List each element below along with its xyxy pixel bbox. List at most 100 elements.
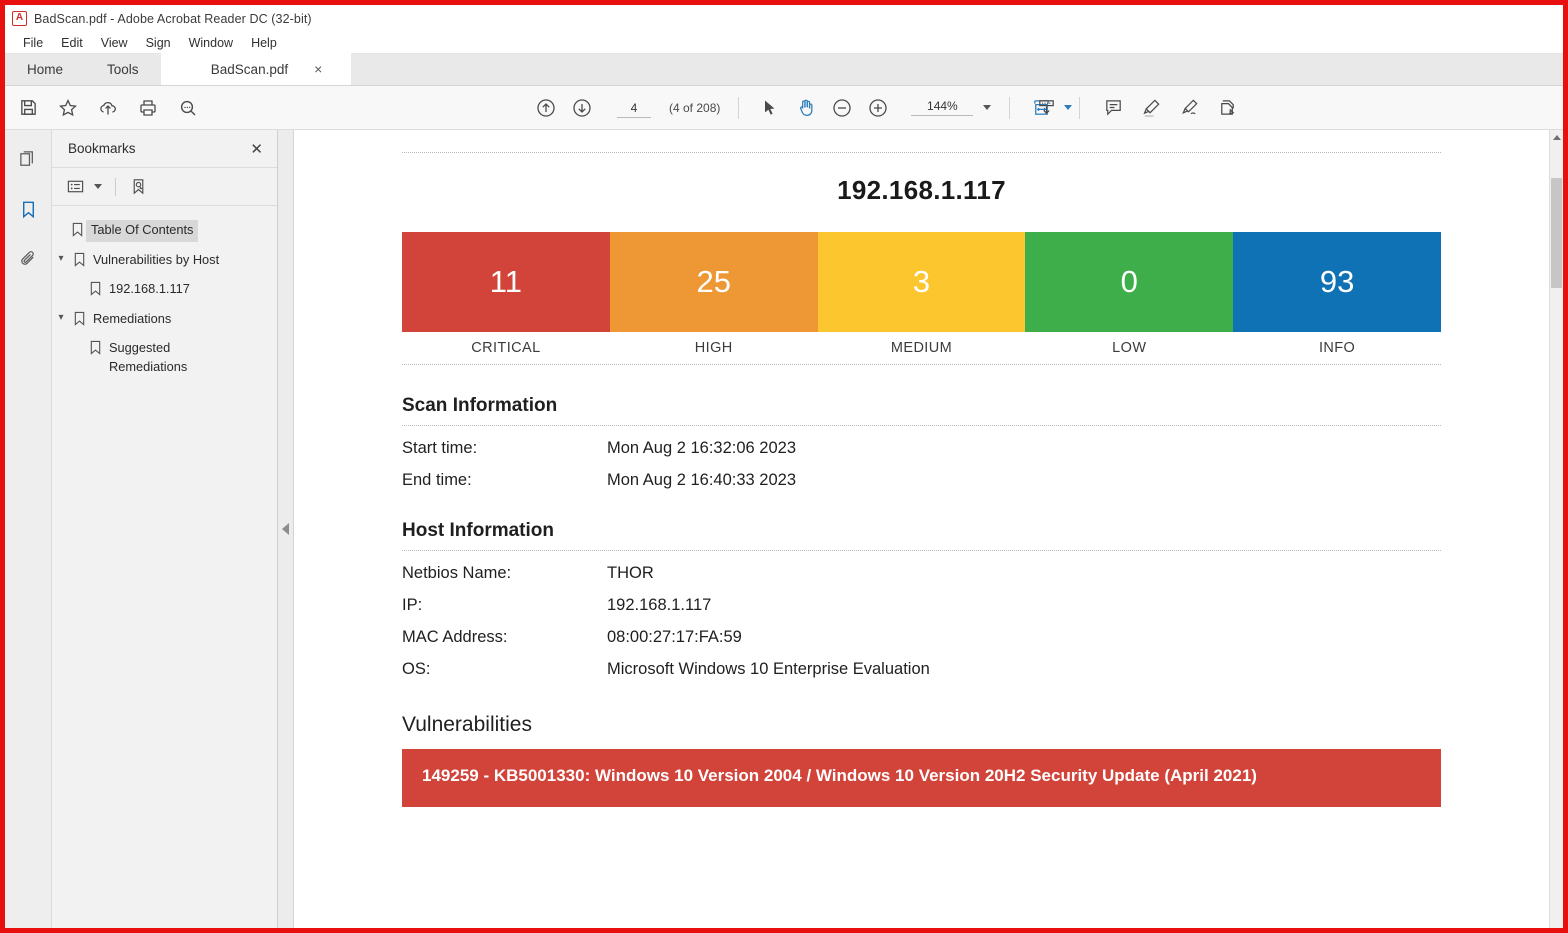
next-page-icon[interactable] [569, 95, 595, 121]
bookmark-label: Vulnerabilities by Host [93, 251, 220, 267]
zoom-level-value[interactable]: 144% [911, 99, 974, 116]
toolbar-center-group: 4 (4 of 208) 144% [533, 95, 1073, 121]
tab-home-label: Home [27, 61, 64, 77]
main-toolbar: 4 (4 of 208) 144% [5, 86, 1563, 130]
select-cursor-icon[interactable] [757, 95, 783, 121]
previous-page-icon[interactable] [533, 95, 559, 121]
chevron-up-icon [1552, 134, 1561, 140]
severity-block-critical: 11 [402, 232, 610, 332]
severity-label-critical: CRITICAL [471, 340, 541, 356]
bookmarks-icon[interactable] [15, 196, 41, 222]
panel-collapse-handle[interactable] [278, 130, 294, 928]
page-number-input[interactable]: 4 [617, 98, 651, 118]
field-label: IP: [402, 596, 423, 614]
bookmark-item-192-168-1-117[interactable]: 192.168.1.117 [86, 275, 277, 305]
field-label: OS: [402, 660, 431, 678]
tab-tools[interactable]: Tools [85, 53, 161, 85]
upload-cloud-icon[interactable] [95, 95, 121, 121]
star-icon[interactable] [55, 95, 81, 121]
vertical-scrollbar[interactable] [1549, 130, 1563, 928]
tab-tools-label: Tools [107, 61, 139, 77]
save-icon[interactable] [15, 95, 41, 121]
severity-bottom-rule [402, 364, 1441, 365]
toolbar-divider [738, 96, 740, 119]
zoom-search-icon[interactable] [175, 95, 201, 121]
tab-badscan-pdf[interactable]: BadScan.pdf × [160, 53, 351, 85]
severity-labels: CRITICAL HIGH MEDIUM LOW INFO [402, 340, 1441, 356]
menu-file[interactable]: File [14, 35, 52, 51]
window-title: BadScan.pdf - Adobe Acrobat Reader DC (3… [34, 11, 312, 26]
navigation-rail [5, 130, 52, 928]
scrollbar-thumb[interactable] [1551, 178, 1562, 288]
close-icon[interactable]: ✕ [250, 140, 263, 158]
zoom-in-icon[interactable] [865, 95, 891, 121]
hand-tool-icon[interactable] [793, 95, 819, 121]
toolbar-divider-3 [1079, 96, 1080, 119]
field-value: Mon Aug 2 16:32:06 2023 [607, 439, 796, 457]
chevron-down-icon[interactable]: ▾ [52, 250, 70, 264]
scroll-up-button[interactable] [1550, 130, 1563, 144]
workspace: Bookmarks ✕ Table Of Contents ▾ Vulnerab… [5, 130, 1563, 928]
menu-window[interactable]: Window [180, 35, 242, 51]
bookmark-item-suggested-remediations[interactable]: Suggested Remediations [86, 334, 236, 382]
pdf-document-icon: A [12, 11, 27, 26]
field-label: Start time: [402, 439, 478, 457]
panel-toolbar-divider [115, 177, 116, 196]
menu-edit[interactable]: Edit [52, 35, 92, 51]
chevron-left-icon [282, 523, 289, 535]
field-value: Mon Aug 2 16:40:33 2023 [607, 471, 796, 489]
severity-label-medium: MEDIUM [890, 340, 953, 356]
bookmarks-panel-toolbar [52, 168, 277, 206]
bookmark-item-remediations[interactable]: ▾ Remediations [52, 305, 277, 335]
chevron-down-icon[interactable]: ▾ [52, 309, 70, 323]
toolbar-divider-2 [1009, 96, 1011, 119]
tab-home[interactable]: Home [5, 53, 85, 85]
menu-help[interactable]: Help [242, 35, 286, 51]
field-value: Microsoft Windows 10 Enterprise Evaluati… [607, 660, 930, 678]
bookmark-label: Suggested Remediations [109, 340, 188, 374]
menu-view[interactable]: View [92, 35, 137, 51]
fill-and-sign-icon[interactable] [1214, 95, 1240, 121]
bookmark-icon [68, 220, 86, 237]
highlight-icon[interactable] [1138, 95, 1164, 121]
attachments-icon[interactable] [15, 246, 41, 272]
chevron-down-icon[interactable] [983, 105, 992, 110]
severity-count-high: 25 [696, 264, 731, 299]
scroll-to-page-icon[interactable] [1033, 95, 1059, 121]
title-bar: A BadScan.pdf - Adobe Acrobat Reader DC … [5, 5, 1563, 32]
bookmark-item-vulnerabilities-by-host[interactable]: ▾ Vulnerabilities by Host [52, 246, 277, 276]
host-info-row-os: OS: Microsoft Windows 10 Enterprise Eval… [402, 660, 1441, 679]
tab-document-label: BadScan.pdf [210, 61, 289, 77]
severity-block-high: 25 [609, 232, 818, 332]
toolbar-right-group [1033, 95, 1240, 121]
chevron-down-icon[interactable] [94, 184, 102, 189]
scan-info-row-start-time: Start time: Mon Aug 2 16:32:06 2023 [402, 439, 1441, 458]
bookmark-label: Table Of Contents [86, 220, 199, 242]
bookmark-item-table-of-contents[interactable]: Table Of Contents [68, 216, 277, 246]
severity-block-low: 0 [1025, 232, 1234, 332]
tab-strip: Home Tools BadScan.pdf × [5, 53, 1563, 86]
toolbar-left-group [5, 95, 201, 121]
severity-block-info: 93 [1233, 232, 1441, 332]
bookmark-icon [86, 279, 104, 296]
close-icon[interactable]: × [314, 62, 322, 76]
field-label: End time: [402, 471, 472, 489]
comment-icon[interactable] [1100, 95, 1126, 121]
bookmark-icon [70, 309, 88, 326]
sign-icon[interactable] [1176, 95, 1202, 121]
new-bookmark-icon[interactable] [129, 177, 148, 196]
scan-info-row-end-time: End time: Mon Aug 2 16:40:33 2023 [402, 471, 1441, 490]
page-thumbnails-icon[interactable] [15, 146, 41, 172]
bookmark-options-icon[interactable] [66, 177, 85, 196]
bookmarks-panel-header: Bookmarks ✕ [52, 130, 277, 168]
host-info-row-netbios: Netbios Name: THOR [402, 564, 1441, 583]
print-icon[interactable] [135, 95, 161, 121]
host-information-heading: Host Information [402, 520, 554, 541]
zoom-out-icon[interactable] [829, 95, 855, 121]
field-value: 08:00:27:17:FA:59 [607, 628, 742, 646]
severity-label-high: HIGH [694, 340, 733, 356]
vulnerability-row-critical[interactable]: 149259 - KB5001330: Windows 10 Version 2… [402, 749, 1441, 807]
host-info-row-ip: IP: 192.168.1.117 [402, 596, 1441, 615]
menu-sign[interactable]: Sign [137, 35, 180, 51]
field-label: MAC Address: [402, 628, 508, 646]
